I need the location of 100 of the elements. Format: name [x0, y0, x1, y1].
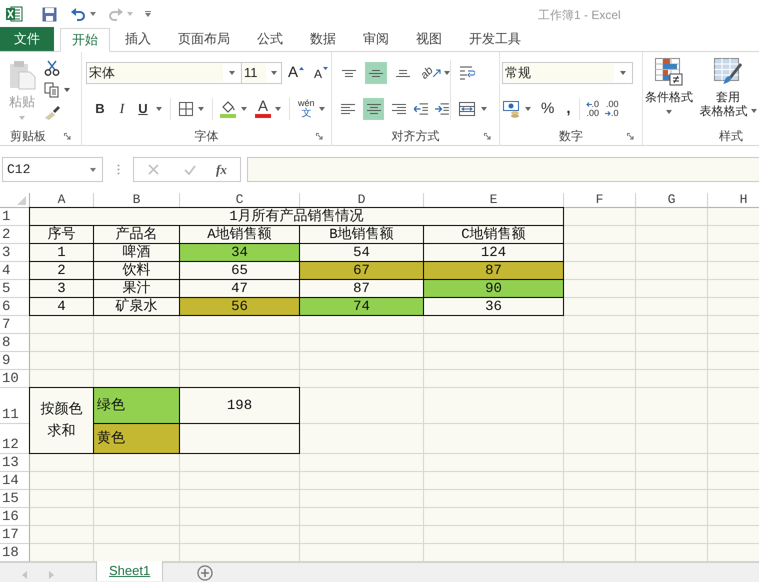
font-color-button[interactable]: A: [258, 100, 268, 114]
ribbon-tab[interactable]: 数据: [298, 27, 348, 51]
font-name-field[interactable]: 宋体: [86, 62, 242, 84]
caret-icon[interactable]: [318, 107, 325, 111]
ribbon-tab[interactable]: 开始: [60, 28, 110, 52]
align-middle-button[interactable]: [364, 62, 387, 84]
caret-icon: [620, 71, 626, 75]
copy-icon[interactable]: [44, 82, 60, 98]
format-as-table-button[interactable]: 套用 表格格式: [697, 58, 759, 128]
column-header[interactable]: E: [424, 193, 564, 208]
dialog-launcher-icon[interactable]: [64, 132, 71, 140]
column-header[interactable]: A: [30, 193, 94, 208]
column-header[interactable]: H: [708, 193, 759, 208]
increase-indent-icon[interactable]: [435, 102, 450, 116]
fill-color-icon[interactable]: [220, 100, 237, 118]
row-header[interactable]: 9: [0, 352, 30, 370]
caret-icon[interactable]: [198, 107, 204, 111]
scissors-icon[interactable]: [44, 60, 60, 76]
percent-button[interactable]: %: [541, 98, 554, 120]
row-header[interactable]: 17: [0, 526, 30, 544]
ribbon-tab[interactable]: 页面布局: [166, 27, 242, 51]
align-center-button[interactable]: [363, 98, 384, 120]
conditional-format-button[interactable]: 条件格式: [643, 58, 695, 128]
insert-function-button[interactable]: fx: [216, 160, 227, 180]
caret-icon[interactable]: [525, 107, 531, 111]
row-header[interactable]: 18: [0, 544, 30, 562]
decrease-indent-icon[interactable]: [414, 102, 430, 116]
caret-icon[interactable]: [275, 107, 281, 111]
sheet-tab[interactable]: Sheet1: [96, 561, 164, 581]
name-box[interactable]: C12: [2, 157, 103, 182]
add-sheet-icon[interactable]: [197, 565, 214, 581]
row-header[interactable]: 14: [0, 472, 30, 490]
italic-button[interactable]: I: [114, 98, 130, 120]
grow-font-button[interactable]: A: [288, 64, 302, 82]
table-cell: 1月所有产品销售情况: [29, 207, 564, 226]
row-header[interactable]: 3: [0, 244, 30, 262]
ribbon-tab[interactable]: 视图: [404, 27, 454, 51]
caret-icon[interactable]: [64, 88, 70, 92]
comma-button[interactable]: ,: [566, 103, 571, 115]
ribbon-tab[interactable]: 审阅: [351, 27, 401, 51]
file-tab[interactable]: 文件: [0, 27, 54, 51]
column-header[interactable]: C: [180, 193, 300, 208]
align-middle-icon: [368, 70, 384, 76]
empty-cell: [636, 526, 708, 544]
row-header[interactable]: 6: [0, 298, 30, 316]
excel-logo-icon: [6, 6, 23, 22]
row-header[interactable]: 10: [0, 370, 30, 388]
number-format-field[interactable]: 常规: [502, 62, 633, 84]
column-header[interactable]: B: [94, 193, 180, 208]
empty-cell: [564, 490, 636, 508]
wrap-text-icon[interactable]: [459, 65, 475, 81]
align-right-icon: [391, 104, 408, 114]
format-painter-icon[interactable]: [44, 104, 60, 120]
row-header[interactable]: 11: [0, 388, 30, 424]
save-icon[interactable]: [42, 6, 57, 22]
row-header[interactable]: 2: [0, 226, 30, 244]
row-header[interactable]: 13: [0, 454, 30, 472]
phonetic-button[interactable]: wén 文: [298, 99, 315, 119]
underline-button[interactable]: U: [136, 99, 150, 119]
empty-cell: [636, 490, 708, 508]
row-header[interactable]: 8: [0, 334, 30, 352]
column-header[interactable]: F: [564, 193, 636, 208]
row-header[interactable]: 1: [0, 208, 30, 226]
ribbon-tab[interactable]: 公式: [245, 27, 295, 51]
increase-decimal-button[interactable]: .0 .00: [586, 100, 600, 118]
row-header[interactable]: 12: [0, 424, 30, 454]
caret-icon[interactable]: [241, 107, 247, 111]
row-header[interactable]: 4: [0, 262, 30, 280]
column-header[interactable]: D: [300, 193, 424, 208]
decrease-decimal-button[interactable]: .00 .0: [605, 100, 619, 118]
row-header[interactable]: 16: [0, 508, 30, 526]
dialog-launcher-icon[interactable]: [627, 132, 634, 140]
dialog-launcher-icon[interactable]: [316, 132, 323, 140]
shrink-font-button[interactable]: A: [314, 65, 322, 83]
font-size-field[interactable]: 11: [242, 62, 282, 84]
caret-icon[interactable]: [444, 71, 450, 75]
left-arrow-icon: [586, 102, 592, 107]
accounting-format-icon[interactable]: [503, 100, 521, 118]
row-header[interactable]: 15: [0, 490, 30, 508]
orientation-button[interactable]: ab: [420, 64, 442, 82]
empty-cell: [564, 508, 636, 526]
bold-button[interactable]: B: [92, 99, 108, 119]
clipboard-icon: [8, 60, 36, 90]
ribbon-tab[interactable]: 插入: [113, 27, 163, 51]
row-header[interactable]: 5: [0, 280, 30, 298]
dialog-launcher-icon[interactable]: [484, 132, 491, 140]
undo-icon[interactable]: [71, 8, 86, 20]
merge-cells-icon[interactable]: [459, 102, 475, 116]
caret-icon[interactable]: [156, 107, 162, 111]
row-header[interactable]: 7: [0, 316, 30, 334]
caret-icon[interactable]: [90, 12, 96, 16]
empty-cell: [564, 388, 636, 424]
customize-toolbar-icon[interactable]: [145, 11, 151, 17]
table-cell: 4: [29, 297, 94, 316]
column-header[interactable]: G: [636, 193, 708, 208]
empty-cell: [636, 352, 708, 370]
caret-icon[interactable]: [481, 107, 487, 111]
borders-icon[interactable]: [179, 102, 193, 116]
ribbon-tab[interactable]: 开发工具: [457, 27, 533, 51]
formula-input[interactable]: [247, 157, 759, 182]
